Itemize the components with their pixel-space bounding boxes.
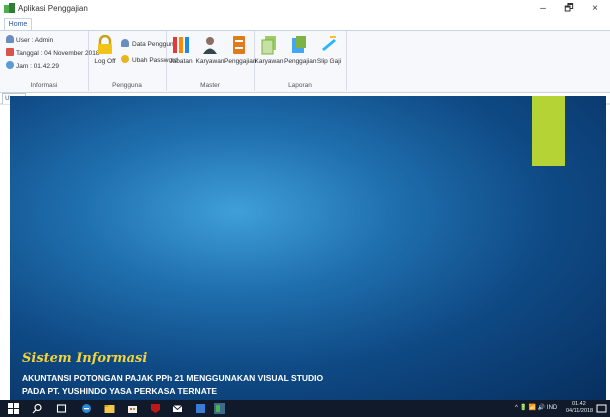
report-icon	[290, 35, 308, 55]
taskbar: ^ 🔋 📶 🔊 IND 01.42 04/11/2018	[0, 400, 610, 417]
group-label-pengguna: Pengguna	[112, 82, 142, 89]
document-icon	[260, 35, 278, 55]
notification-icon[interactable]	[596, 403, 607, 414]
clock-date[interactable]: 04/11/2018	[566, 408, 593, 414]
cabinet-icon	[230, 35, 248, 55]
group-pengguna: Log Off Data Pengguna Ubah Password Peng…	[88, 31, 178, 91]
user-label: User : Admin	[16, 37, 54, 44]
logoff-button[interactable]: Log Off	[90, 34, 120, 65]
restore-button[interactable]: 🗗	[558, 1, 580, 16]
jabatan-button[interactable]: Jabatan	[166, 35, 196, 65]
system-tray[interactable]: ^ 🔋 📶 🔊 IND	[515, 404, 557, 411]
group-label-laporan: Laporan	[288, 82, 312, 89]
windows-start-icon[interactable]	[8, 403, 19, 414]
jabatan-label: Jabatan	[169, 58, 193, 65]
user-icon	[121, 39, 129, 47]
group-label-informasi: Informasi	[30, 82, 58, 89]
penggajian-laporan-label: Penggajian	[284, 58, 317, 65]
close-button[interactable]: ×	[584, 1, 606, 16]
edge-browser-icon[interactable]	[81, 403, 92, 414]
main-background: Sistem Informasi AKUNTANSI POTONGAN PAJA…	[10, 96, 606, 400]
penggajian-laporan-button[interactable]: Penggajian	[284, 35, 317, 65]
group-laporan: Karyawan Penggajian Slip Gaji Laporan	[254, 31, 347, 91]
group-master: Jabatan Karyawan Penggajian Master	[166, 31, 257, 91]
mail-icon[interactable]	[172, 403, 183, 414]
file-explorer-icon[interactable]	[104, 403, 115, 414]
karyawan-master-label: Karyawan	[195, 58, 225, 65]
clock-time[interactable]: 01.42	[572, 401, 586, 407]
employee-icon	[201, 35, 219, 55]
bar-colors-icon	[172, 35, 190, 55]
heading-sistem-informasi: Sistem Informasi	[22, 351, 148, 366]
slip-gaji-label: Slip Gaji	[316, 58, 342, 65]
user-icon	[6, 35, 14, 43]
user-info: User : Admin	[6, 35, 53, 45]
window-title: Aplikasi Penggajian	[18, 4, 88, 13]
app-icon[interactable]	[195, 403, 206, 414]
penggajian-master-label: Penggajian	[224, 58, 257, 65]
visual-studio-icon[interactable]	[214, 403, 225, 414]
time-info: Jam : 01.42.29	[6, 61, 59, 71]
mcafee-icon[interactable]	[150, 403, 161, 414]
penggajian-master-button[interactable]: Penggajian	[224, 35, 257, 65]
group-label-master: Master	[200, 82, 220, 89]
karyawan-laporan-button[interactable]: Karyawan	[254, 35, 284, 65]
green-tile	[532, 96, 565, 166]
logoff-label: Log Off	[94, 58, 116, 65]
store-icon[interactable]	[127, 403, 138, 414]
app-icon	[4, 3, 15, 13]
group-informasi: User : Admin Tanggal : 04 November 2018 …	[0, 31, 99, 91]
clock-icon	[6, 61, 14, 69]
karyawan-master-button[interactable]: Karyawan	[195, 35, 225, 65]
task-view-icon[interactable]	[56, 403, 67, 414]
search-icon[interactable]	[32, 403, 43, 414]
slip-gaji-button[interactable]: Slip Gaji	[314, 35, 344, 65]
minimize-button[interactable]: –	[532, 1, 554, 16]
date-label: Tanggal : 04 November 2018	[16, 50, 100, 57]
time-label: Jam : 01.42.29	[16, 63, 59, 70]
ribbon: User : Admin Tanggal : 04 November 2018 …	[0, 30, 610, 93]
pencil-icon	[320, 35, 338, 55]
lock-icon	[96, 34, 114, 55]
karyawan-laporan-label: Karyawan	[254, 58, 284, 65]
subtitle-line-2: PADA PT. YUSHINDO YASA PERKASA TERNATE	[22, 386, 218, 396]
date-info: Tanggal : 04 November 2018	[6, 48, 99, 58]
calendar-icon	[6, 48, 14, 56]
title-bar: Aplikasi Penggajian – 🗗 ×	[0, 0, 610, 17]
key-icon	[121, 55, 129, 63]
subtitle-line-1: AKUNTANSI POTONGAN PAJAK PPh 21 MENGGUNA…	[22, 373, 324, 383]
